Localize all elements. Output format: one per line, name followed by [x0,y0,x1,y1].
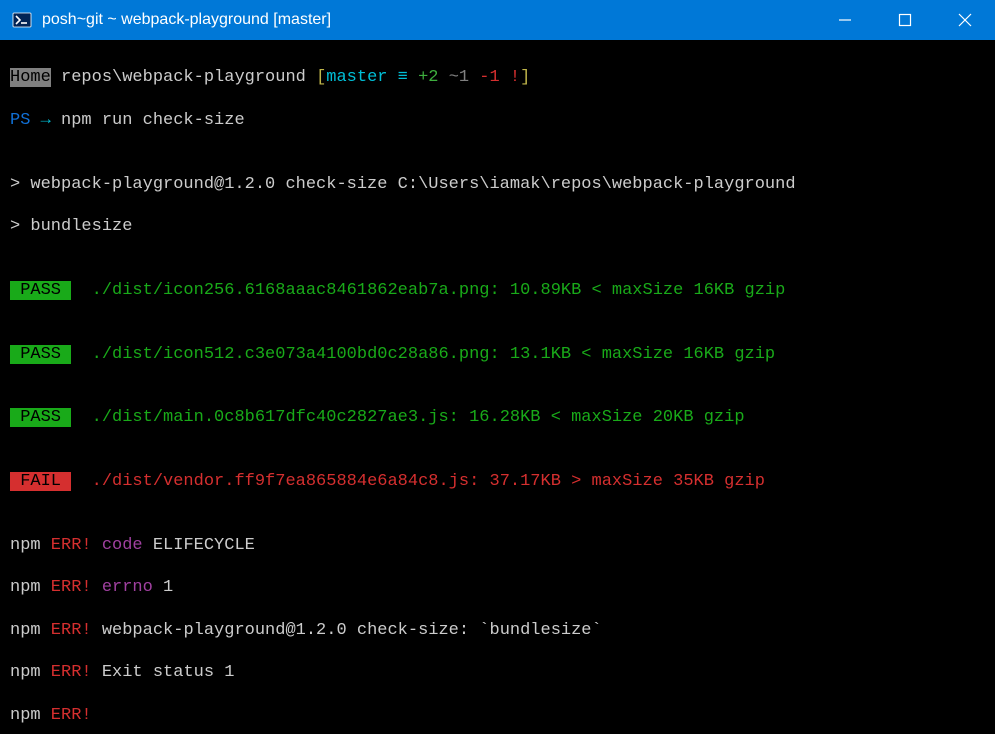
window-controls [815,0,995,40]
powershell-icon [12,10,32,30]
minimize-button[interactable] [815,0,875,40]
npm-error-line: npm ERR! webpack-playground@1.2.0 check-… [10,620,985,641]
bundlesize-result: PASS ./dist/icon512.c3e073a4100bd0c28a86… [10,344,985,365]
pass-badge: PASS [10,281,71,300]
script-header: > webpack-playground@1.2.0 check-size C:… [10,174,985,195]
pass-badge: PASS [10,408,71,427]
command-line: PS → npm run check-size [10,110,985,131]
pass-badge: PASS [10,345,71,364]
fail-badge: FAIL [10,472,71,491]
bundlesize-result: PASS ./dist/main.0c8b617dfc40c2827ae3.js… [10,407,985,428]
close-button[interactable] [935,0,995,40]
npm-error-line: npm ERR! [10,705,985,726]
home-segment: Home [10,68,51,87]
terminal-window: posh~git ~ webpack-playground [master] H… [0,0,995,734]
titlebar[interactable]: posh~git ~ webpack-playground [master] [0,0,995,40]
prompt-line: Home repos\webpack-playground [master ≡ … [10,67,985,88]
npm-error-line: npm ERR! errno 1 [10,577,985,598]
npm-error-line: npm ERR! Exit status 1 [10,662,985,683]
bundlesize-result: PASS ./dist/icon256.6168aaac8461862eab7a… [10,280,985,301]
script-header: > bundlesize [10,216,985,237]
window-title: posh~git ~ webpack-playground [master] [42,11,815,29]
npm-error-line: npm ERR! code ELIFECYCLE [10,535,985,556]
maximize-button[interactable] [875,0,935,40]
bundlesize-result: FAIL ./dist/vendor.ff9f7ea865884e6a84c8.… [10,471,985,492]
terminal-body[interactable]: Home repos\webpack-playground [master ≡ … [0,40,995,734]
